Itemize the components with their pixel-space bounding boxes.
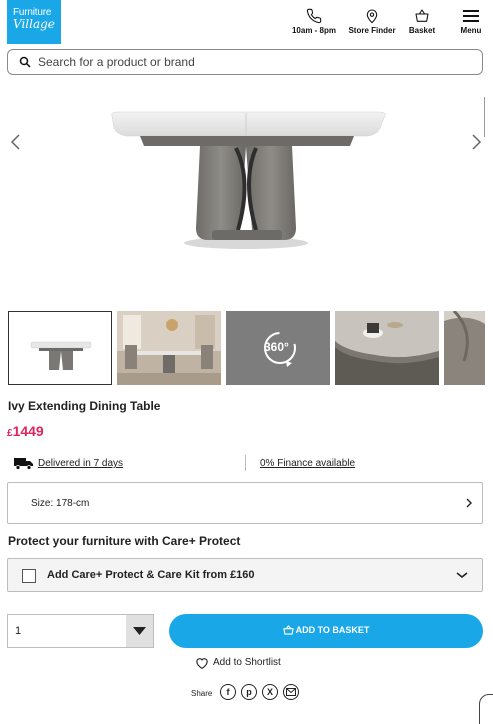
search-icon: [19, 56, 31, 68]
heart-icon: [196, 658, 208, 669]
quantity-dropdown-toggle[interactable]: [126, 615, 153, 647]
email-icon[interactable]: [283, 684, 299, 700]
store-finder-label: Store Finder: [348, 26, 396, 35]
x-icon[interactable]: X: [262, 684, 278, 700]
opening-hours-link[interactable]: 10am - 8pm: [286, 8, 342, 35]
quantity-select[interactable]: 1: [7, 614, 154, 648]
thumbnail-dining-room[interactable]: [117, 311, 221, 385]
facebook-icon[interactable]: f: [220, 684, 236, 700]
add-to-basket-label: ADD TO BASKET: [295, 625, 370, 635]
thumbnail-table-front[interactable]: [8, 311, 112, 385]
care-protect-label: Add Care+ Protect & Care Kit from £160: [47, 569, 255, 581]
shortlist-label: Add to Shortlist: [213, 657, 281, 668]
product-image-carousel: [0, 80, 493, 305]
product-price: £1449: [7, 423, 44, 441]
thumbnail-table-top-detail[interactable]: [335, 311, 439, 385]
protect-title: Protect your furniture with Care+ Protec…: [8, 534, 241, 548]
thumb-image: [117, 311, 221, 385]
care-protect-checkbox[interactable]: [22, 569, 36, 583]
store-finder-link[interactable]: Store Finder: [344, 8, 400, 35]
location-pin-icon: [366, 9, 378, 24]
furniture-village-logo[interactable]: Furniture Village: [7, 0, 61, 44]
menu-button[interactable]: Menu: [452, 8, 490, 35]
view-360-label: 360°: [264, 340, 289, 354]
delivery-text: Delivered in 7 days: [38, 458, 124, 469]
thumb-image: [335, 311, 439, 385]
quantity-value: 1: [15, 625, 22, 637]
info-divider: [245, 455, 246, 471]
thumbnail-360-view[interactable]: 360°: [226, 311, 330, 385]
finance-link[interactable]: 0% Finance available: [260, 458, 355, 469]
carousel-edge: [484, 97, 485, 137]
hours-label: 10am - 8pm: [291, 26, 337, 35]
thumbnail-strip: 360°: [8, 311, 485, 385]
logo-line-2: Village: [13, 17, 55, 31]
care-protect-option[interactable]: Add Care+ Protect & Care Kit from £160: [7, 558, 483, 592]
product-main-image: [111, 111, 386, 249]
pinterest-icon[interactable]: p: [241, 684, 257, 700]
share-label: Share: [191, 689, 213, 698]
size-label: Size: 178-cm: [31, 498, 90, 509]
basket-icon: [282, 625, 294, 635]
thumb-image: [444, 311, 485, 385]
site-header: Furniture Village 10am - 8pm Store Finde…: [0, 0, 493, 46]
size-selector[interactable]: Size: 178-cm: [7, 482, 483, 524]
thumb-image: [9, 312, 111, 384]
chat-widget-edge[interactable]: [479, 694, 493, 724]
delivery-truck-icon: [14, 458, 33, 470]
thumbnail-table-edge-detail[interactable]: [444, 311, 485, 385]
chevron-right-icon: [466, 498, 472, 508]
add-to-basket-button[interactable]: ADD TO BASKET: [169, 614, 483, 648]
phone-icon: [306, 8, 322, 24]
search-bar: [7, 49, 483, 75]
product-title: Ivy Extending Dining Table: [8, 399, 161, 413]
hamburger-menu-icon: [463, 10, 479, 22]
basket-link[interactable]: Basket: [403, 8, 441, 35]
caret-down-icon: [133, 627, 146, 635]
price-amount: 1449: [12, 423, 44, 439]
menu-label: Menu: [460, 26, 482, 35]
search-input[interactable]: [38, 54, 468, 70]
basket-label: Basket: [408, 26, 436, 35]
chevron-down-icon[interactable]: [455, 571, 469, 579]
next-image-button[interactable]: [466, 132, 486, 152]
basket-icon: [415, 9, 429, 22]
